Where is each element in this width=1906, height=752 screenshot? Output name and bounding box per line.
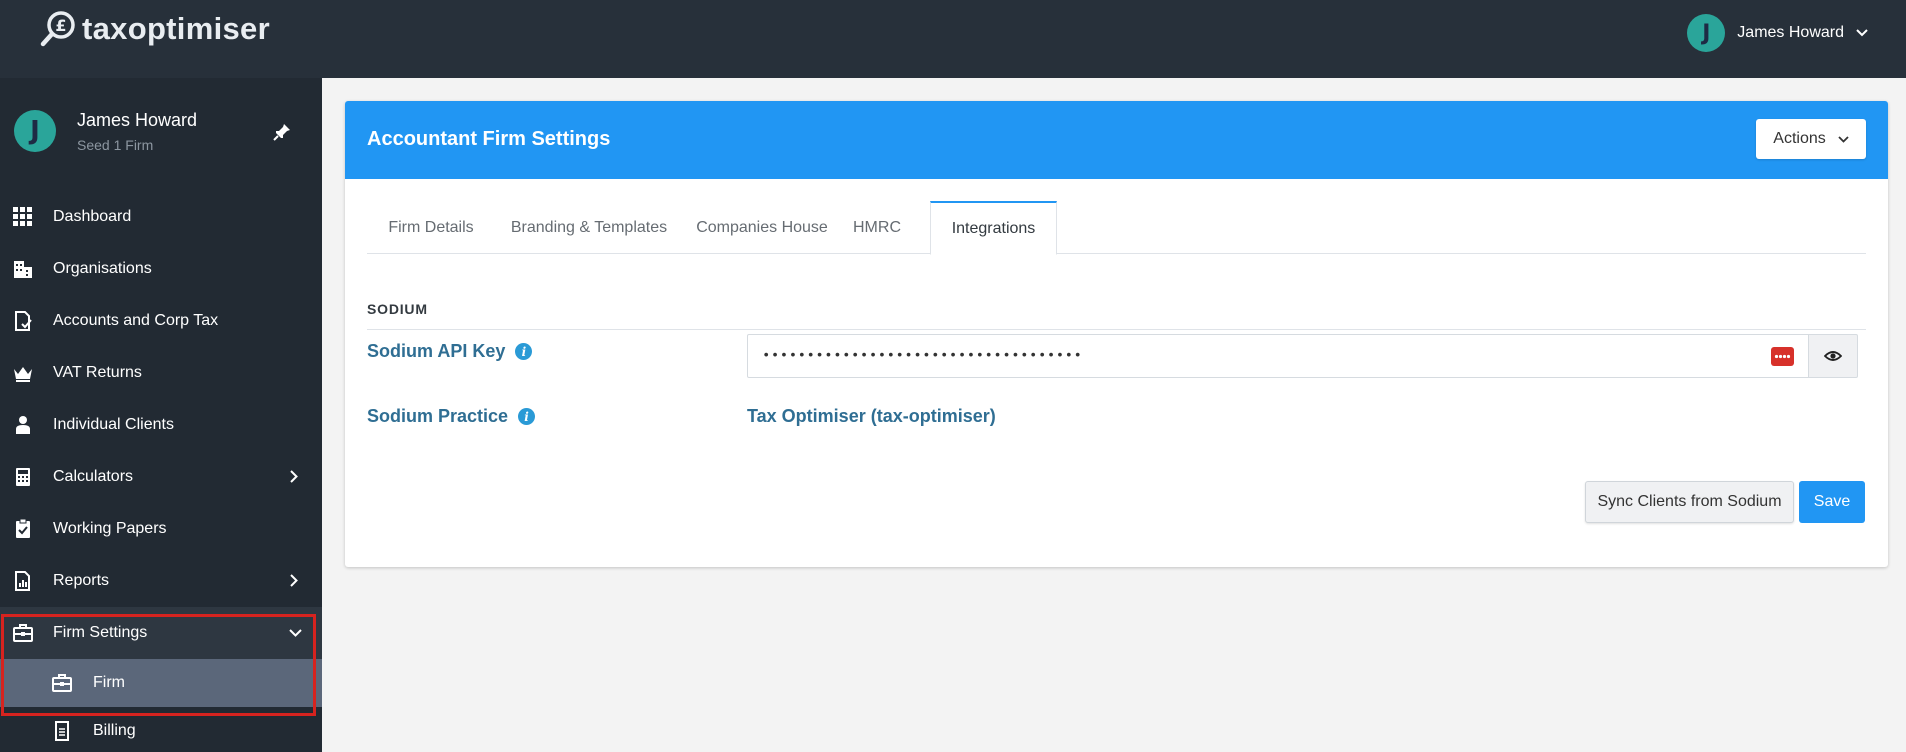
sidebar-item-label: Firm Settings: [53, 624, 148, 641]
info-icon[interactable]: i: [515, 343, 533, 360]
api-key-input[interactable]: [747, 334, 1809, 378]
sidebar-profile: J James Howard Seed 1 Firm: [14, 100, 314, 160]
sidebar-subitem-label: Billing: [93, 722, 136, 739]
user-menu[interactable]: J James Howard: [1687, 14, 1868, 52]
settings-tabs: Firm Details Branding & Templates Compan…: [367, 201, 1866, 255]
crown-icon: [14, 367, 32, 382]
briefcase-icon: [13, 624, 33, 642]
actions-dropdown-button[interactable]: Actions: [1756, 119, 1866, 159]
avatar: J: [1687, 14, 1726, 52]
building-icon: [14, 261, 32, 278]
tab-integrations[interactable]: Integrations: [930, 201, 1057, 255]
chevron-down-icon: [1856, 29, 1868, 37]
practice-value: Tax Optimiser (tax-optimiser): [747, 406, 996, 426]
sidebar-item-label: Accounts and Corp Tax: [53, 312, 219, 329]
sidebar-item-working-papers[interactable]: Working Papers: [0, 503, 322, 555]
sidebar-item-vat-returns[interactable]: VAT Returns: [0, 347, 322, 399]
avatar: J: [14, 110, 56, 152]
sidebar-subitem-label: Firm: [93, 674, 125, 691]
document-check-icon: [15, 311, 32, 331]
sidebar-subitem-billing[interactable]: Billing: [0, 707, 322, 752]
sync-clients-button[interactable]: Sync Clients from Sodium: [1585, 481, 1794, 523]
chevron-right-icon: [290, 470, 298, 483]
section-title: SODIUM: [367, 301, 428, 317]
magnifier-pound-icon: £: [40, 11, 75, 47]
tab-label: Firm Details: [388, 218, 474, 236]
profile-firm: Seed 1 Firm: [77, 137, 154, 153]
tab-label: Integrations: [951, 219, 1036, 237]
user-name: James Howard: [1737, 24, 1844, 41]
sidebar-item-label: Dashboard: [53, 208, 132, 225]
sidebar-item-label: Organisations: [53, 260, 152, 277]
invoice-icon: [55, 721, 69, 741]
card-header: Accountant Firm Settings Actions: [345, 101, 1888, 179]
eye-icon: [1824, 351, 1842, 361]
chevron-right-icon: [290, 574, 298, 587]
sidebar-item-label: Individual Clients: [53, 416, 174, 433]
info-icon[interactable]: i: [518, 408, 536, 425]
firm-settings-card: Accountant Firm Settings Actions Firm De…: [345, 101, 1888, 567]
sidebar-item-reports[interactable]: Reports: [0, 555, 322, 607]
chevron-down-icon: [1838, 135, 1849, 143]
sidebar-item-label: Reports: [53, 572, 110, 589]
actions-label: Actions: [1773, 130, 1826, 147]
sidebar-subitem-firm[interactable]: Firm: [0, 659, 322, 707]
show-key-button[interactable]: [1808, 334, 1858, 378]
tab-label: Branding & Templates: [510, 218, 668, 236]
sidebar-item-firm-settings[interactable]: Firm Settings: [0, 607, 322, 659]
clipboard-check-icon: [16, 519, 30, 538]
profile-name: James Howard: [77, 110, 198, 130]
tab-branding-templates[interactable]: Branding & Templates: [497, 201, 681, 254]
sidebar-item-accounts-corp-tax[interactable]: Accounts and Corp Tax: [0, 295, 322, 347]
practice-label: Sodium Practice i: [367, 406, 536, 427]
practice-label-text: Sodium Practice: [367, 406, 509, 426]
grid-icon: [13, 207, 32, 226]
top-bar: £ taxoptimiser J James Howard: [0, 0, 1906, 78]
pin-icon[interactable]: [272, 122, 292, 142]
dots-icon: [1774, 354, 1791, 359]
person-icon: [16, 416, 30, 434]
tab-companies-house[interactable]: Companies House: [683, 201, 841, 254]
sidebar-item-dashboard[interactable]: Dashboard: [0, 191, 322, 243]
password-manager-icon[interactable]: [1771, 347, 1794, 366]
api-key-label-text: Sodium API Key: [367, 341, 506, 361]
sidebar-item-individual-clients[interactable]: Individual Clients: [0, 399, 322, 451]
sidebar-item-label: Working Papers: [53, 520, 167, 537]
sidebar-item-label: Calculators: [53, 468, 134, 485]
report-icon: [15, 571, 30, 591]
app-logo[interactable]: £ taxoptimiser: [40, 10, 270, 48]
api-key-label: Sodium API Key i: [367, 341, 533, 362]
briefcase-icon: [52, 674, 72, 692]
svg-text:£: £: [55, 16, 66, 35]
tab-label: Companies House: [696, 218, 828, 236]
chevron-down-icon: [289, 629, 302, 637]
sidebar-item-calculators[interactable]: Calculators: [0, 451, 322, 503]
tab-hmrc[interactable]: HMRC: [843, 201, 911, 254]
sidebar: J James Howard Seed 1 Firm Dashboard Org…: [0, 78, 322, 752]
page-title: Accountant Firm Settings: [367, 128, 611, 150]
logo-text: taxoptimiser: [82, 11, 270, 46]
sidebar-item-organisations[interactable]: Organisations: [0, 243, 322, 295]
tab-label: HMRC: [853, 218, 901, 236]
calculator-icon: [16, 468, 30, 486]
section-divider: [367, 329, 1866, 330]
sidebar-nav: Dashboard Organisations Accounts and Cor…: [0, 191, 322, 752]
save-button[interactable]: Save: [1799, 481, 1865, 523]
tab-firm-details[interactable]: Firm Details: [367, 201, 495, 254]
sidebar-item-label: VAT Returns: [53, 364, 142, 381]
